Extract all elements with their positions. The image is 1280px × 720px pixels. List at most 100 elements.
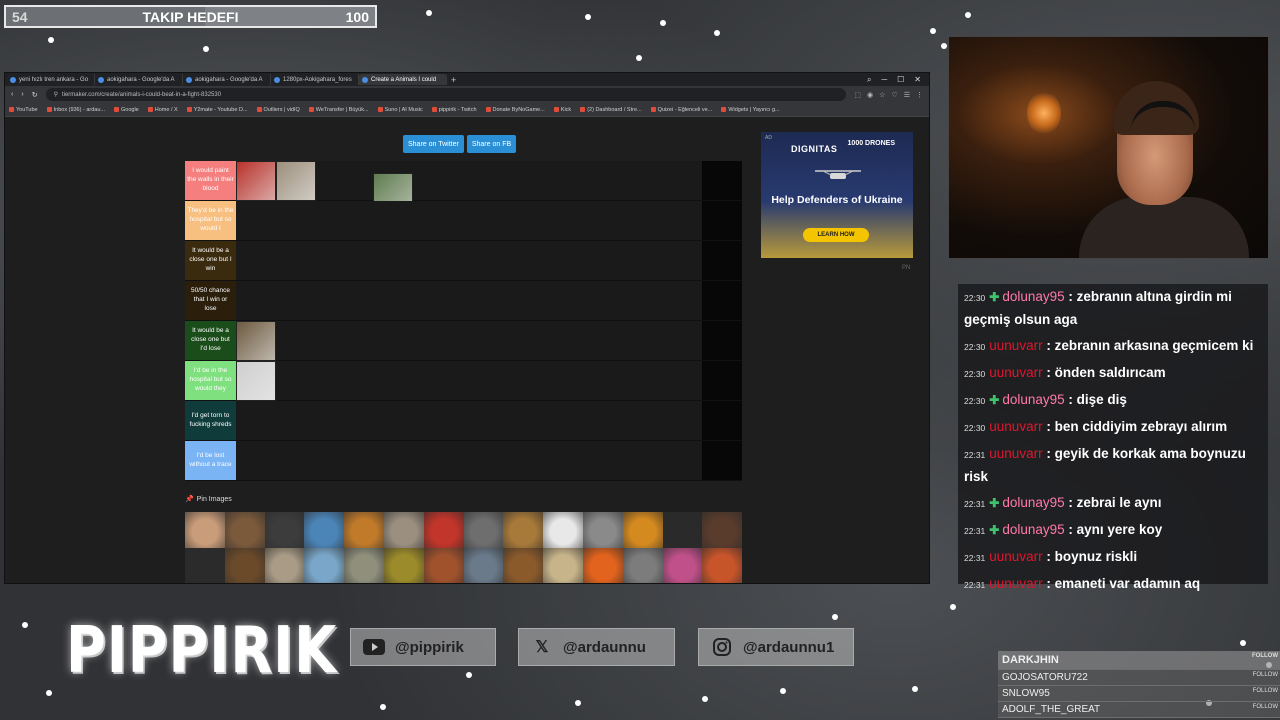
new-tab-button[interactable]: + — [451, 75, 456, 85]
chat-username[interactable]: uunuvarr — [989, 365, 1042, 380]
tier-label[interactable]: I would paint the walls in their blood — [185, 161, 236, 200]
tier-label[interactable]: It would be a close one but I win — [185, 241, 236, 280]
bookmark-item[interactable]: Suno | AI Music — [377, 107, 423, 113]
tier-label[interactable]: It would be a close one but I'd lose — [185, 321, 236, 360]
tier-settings-gutter[interactable] — [702, 281, 742, 320]
favorite-icon[interactable]: ♡ — [891, 91, 897, 99]
pool-animal-image[interactable] — [503, 548, 544, 583]
forward-icon[interactable]: › — [21, 91, 23, 98]
tier-label[interactable]: They'd be in the hospital but so would I — [185, 201, 236, 240]
tier-label[interactable]: I'd be in the hospital but so would they — [185, 361, 236, 400]
tier-settings-gutter[interactable] — [702, 201, 742, 240]
ad-banner[interactable]: DIGNITAS 1000 DRONES Help Defenders of U… — [761, 132, 913, 258]
bookmark-item[interactable]: Google — [114, 107, 139, 113]
pool-animal-image[interactable] — [662, 548, 703, 583]
tier-animal-image[interactable] — [236, 321, 276, 361]
search-tabs-icon[interactable]: ⌕ — [867, 75, 871, 85]
tier-label[interactable]: I'd be lost without a trace — [185, 441, 236, 480]
maximize-icon[interactable]: ☐ — [897, 75, 904, 85]
minimize-icon[interactable]: ─ — [881, 75, 887, 85]
bookmark-item[interactable]: YouTube — [9, 107, 38, 113]
chat-username[interactable]: dolunay95 — [1002, 289, 1064, 304]
address-bar[interactable]: ⚲ tiermaker.com/create/animals-i-could-b… — [45, 88, 847, 101]
tier-settings-gutter[interactable] — [702, 441, 742, 480]
pool-animal-image[interactable] — [264, 512, 305, 548]
bookmark-item[interactable]: Widgets | Yayıncı g... — [721, 107, 780, 113]
pool-animal-image[interactable] — [582, 548, 623, 583]
chat-username[interactable]: dolunay95 — [1002, 392, 1064, 407]
pool-animal-image[interactable] — [463, 548, 504, 583]
pool-animal-image[interactable] — [463, 512, 504, 548]
pool-animal-image[interactable] — [702, 512, 743, 548]
bookmark-label: Outliers | vidIQ — [263, 106, 300, 113]
pool-animal-image[interactable] — [582, 512, 623, 548]
chat-username[interactable]: uunuvarr — [989, 576, 1042, 591]
extension-icon[interactable]: ◉ — [867, 91, 873, 99]
chat-username[interactable]: uunuvarr — [989, 419, 1042, 434]
tier-animal-image[interactable] — [236, 361, 276, 401]
bookmark-item[interactable]: pippirik - Twitch — [431, 107, 477, 113]
chat-username[interactable]: dolunay95 — [1002, 522, 1064, 537]
chat-username[interactable]: dolunay95 — [1002, 495, 1064, 510]
bookmark-item[interactable]: Donate ByNoGame... — [485, 107, 545, 113]
tier-label[interactable]: 50/50 chance that I win or lose — [185, 281, 236, 320]
pool-animal-image[interactable] — [503, 512, 544, 548]
pool-animal-image[interactable] — [185, 548, 225, 583]
menu-icon[interactable]: ⋮ — [916, 91, 923, 99]
tier-settings-gutter[interactable] — [702, 401, 742, 440]
pool-animal-image[interactable] — [344, 512, 384, 548]
tier-settings-gutter[interactable] — [702, 241, 742, 280]
pool-animal-image[interactable] — [383, 512, 424, 548]
browser-tab[interactable]: 1280px-Aokigahara_fores — [271, 74, 359, 85]
pool-animal-image[interactable] — [264, 548, 305, 583]
pool-animal-image[interactable] — [423, 548, 464, 583]
tier-settings-gutter[interactable] — [702, 361, 742, 400]
bookmark-item[interactable]: WeTransfer | Büyük... — [308, 107, 369, 113]
pin-images-toggle[interactable]: 📌 Pin Images — [185, 495, 232, 504]
pool-animal-image[interactable] — [224, 512, 265, 548]
reading-list-icon[interactable]: ☰ — [904, 91, 910, 99]
chat-username[interactable]: uunuvarr — [989, 338, 1042, 353]
pool-animal-image[interactable] — [344, 548, 384, 583]
site-info-icon[interactable]: ⚲ — [54, 91, 58, 98]
tier-label[interactable]: I'd get torn to fucking shreds — [185, 401, 236, 440]
bookmark-item[interactable]: (2) Dashboard / Stre... — [580, 107, 642, 113]
bookmark-item[interactable]: Kick — [553, 107, 571, 113]
bookmark-star-icon[interactable]: ☆ — [879, 91, 885, 99]
chat-username[interactable]: uunuvarr — [989, 549, 1042, 564]
tier-animal-image[interactable] — [276, 161, 316, 201]
pool-animal-image[interactable] — [383, 548, 424, 583]
bookmark-item[interactable]: Inbox (936) - ardau... — [46, 107, 105, 113]
share-twitter-button[interactable]: Share on Twitter — [403, 135, 464, 153]
address-row: ‹ › ↻ ⚲ tiermaker.com/create/animals-i-c… — [5, 86, 929, 103]
reload-icon[interactable]: ↻ — [32, 91, 38, 99]
install-icon[interactable]: ⬚ — [854, 91, 861, 99]
tier-settings-gutter[interactable] — [702, 161, 742, 200]
pool-animal-image[interactable] — [304, 548, 345, 583]
ad-learn-how-button[interactable]: LEARN HOW — [803, 228, 869, 242]
tier-animal-image[interactable] — [236, 161, 276, 201]
bookmark-item[interactable]: Y2mate - Youtube D... — [186, 107, 248, 113]
pool-animal-image[interactable] — [622, 512, 663, 548]
pool-animal-image[interactable] — [702, 548, 743, 583]
pool-animal-image[interactable] — [543, 548, 583, 583]
browser-tab[interactable]: aokigahara - Google'da A — [183, 74, 271, 85]
back-icon[interactable]: ‹ — [11, 91, 13, 98]
chat-username[interactable]: uunuvarr — [989, 446, 1042, 461]
pool-animal-image[interactable] — [224, 548, 265, 583]
share-fb-button[interactable]: Share on FB — [466, 135, 517, 153]
pool-animal-image[interactable] — [304, 512, 345, 548]
browser-tab[interactable]: yeni hızlı tren ankara - Go — [7, 74, 95, 85]
pool-animal-image[interactable] — [662, 512, 703, 548]
bookmark-item[interactable]: Quizei - Eğlenceli ve... — [650, 107, 712, 113]
browser-tab[interactable]: aokigahara - Google'da A — [95, 74, 183, 85]
pool-animal-image[interactable] — [543, 512, 583, 548]
close-window-icon[interactable]: ✕ — [914, 75, 921, 85]
pool-animal-image[interactable] — [622, 548, 663, 583]
pool-animal-image[interactable] — [423, 512, 464, 548]
pool-animal-image[interactable] — [185, 512, 225, 548]
bookmark-item[interactable]: Outliers | vidIQ — [256, 106, 300, 113]
bookmark-item[interactable]: Home / X — [147, 107, 178, 113]
browser-tab[interactable]: Create a Animals I could — [359, 74, 447, 85]
tier-settings-gutter[interactable] — [702, 321, 742, 360]
